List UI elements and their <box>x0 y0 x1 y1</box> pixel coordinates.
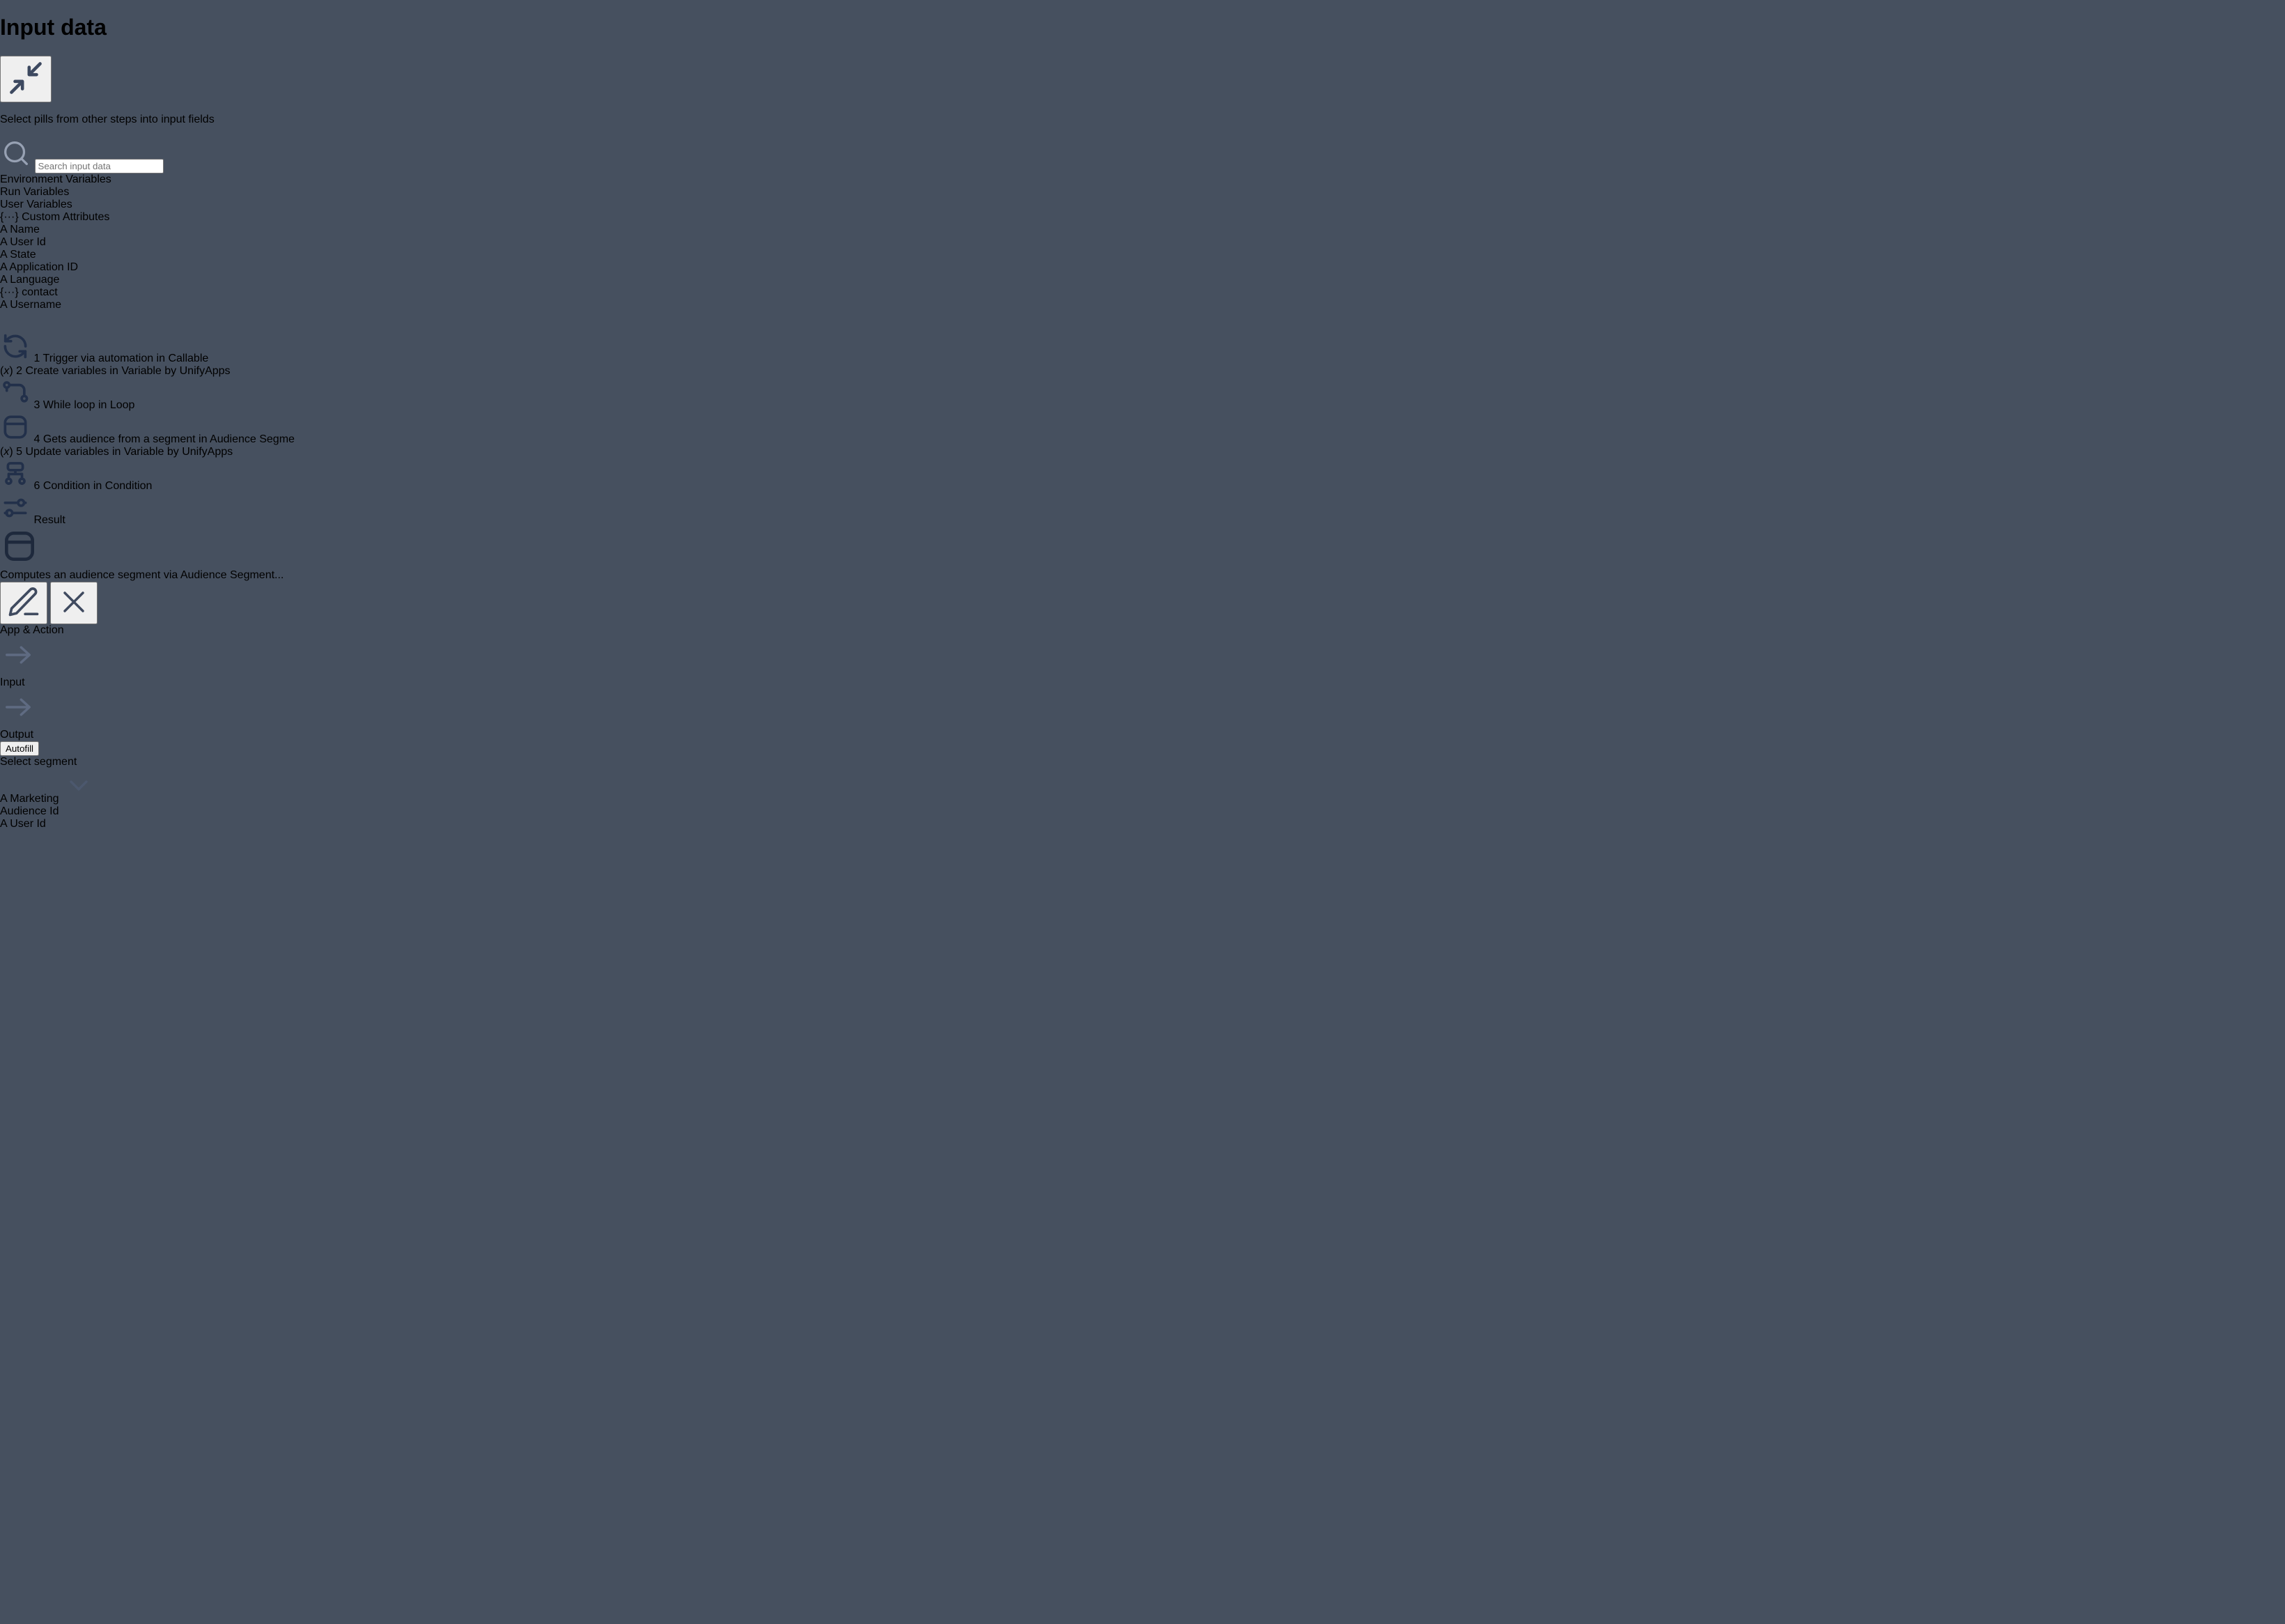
window-glow-frame <box>0 15 2285 1624</box>
